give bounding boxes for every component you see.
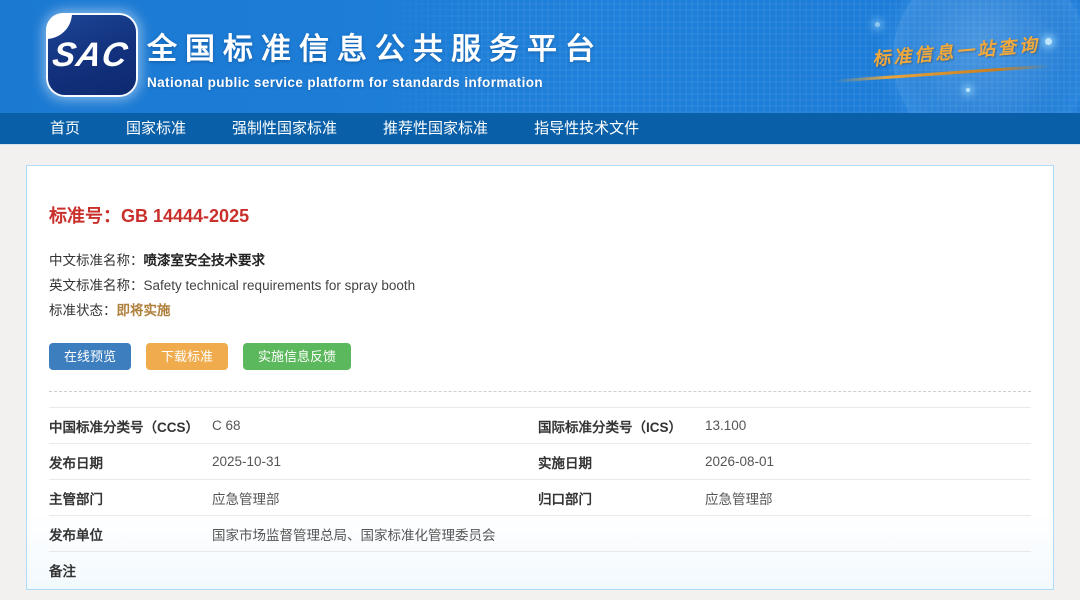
centralized-dept-label: 归口部门: [538, 488, 705, 508]
action-buttons: 在线预览 下载标准 实施信息反馈: [49, 343, 1031, 370]
table-row: 主管部门 应急管理部 归口部门 应急管理部: [49, 480, 1031, 516]
en-name-value: Safety technical requirements for spray …: [144, 278, 416, 293]
competent-dept-value: 应急管理部: [212, 488, 538, 508]
en-name-line: 英文标准名称：Safety technical requirements for…: [49, 273, 1031, 298]
online-preview-button[interactable]: 在线预览: [49, 343, 131, 370]
implementation-feedback-button[interactable]: 实施信息反馈: [243, 343, 351, 370]
competent-dept-label: 主管部门: [49, 488, 212, 508]
cn-name-value: 喷漆室安全技术要求: [144, 253, 266, 268]
cn-name-label: 中文标准名称：: [49, 253, 144, 268]
nav-item-mandatory-standards[interactable]: 强制性国家标准: [209, 113, 360, 145]
status-label: 标准状态：: [49, 303, 117, 318]
sac-logo[interactable]: SAC: [48, 15, 136, 95]
globe-glow-dot: [875, 22, 880, 27]
status-line: 标准状态：即将实施: [49, 298, 1031, 323]
publish-date-value: 2025-10-31: [212, 454, 538, 469]
nav-item-recommended-standards[interactable]: 推荐性国家标准: [360, 113, 511, 145]
publisher-label: 发布单位: [49, 524, 212, 544]
table-row: 中国标准分类号（CCS） C 68 国际标准分类号（ICS） 13.100: [49, 408, 1031, 444]
ccs-value: C 68: [212, 418, 538, 433]
site-header: SAC 全国标准信息公共服务平台 National public service…: [0, 0, 1080, 113]
cn-name-line: 中文标准名称：喷漆室安全技术要求: [49, 248, 1031, 273]
globe-glow-dot: [1045, 38, 1052, 45]
standard-detail-table: 中国标准分类号（CCS） C 68 国际标准分类号（ICS） 13.100 发布…: [49, 407, 1031, 588]
implement-date-value: 2026-08-01: [705, 454, 1031, 469]
nav-item-guiding-documents[interactable]: 指导性技术文件: [511, 113, 662, 145]
table-row: 备注: [49, 552, 1031, 588]
standard-meta: 中文标准名称：喷漆室安全技术要求 英文标准名称：Safety technical…: [49, 248, 1031, 323]
ics-value: 13.100: [705, 418, 1031, 433]
download-standard-button[interactable]: 下载标准: [146, 343, 228, 370]
site-title-en: National public service platform for sta…: [147, 75, 603, 90]
status-badge: 即将实施: [117, 303, 171, 318]
publish-date-label: 发布日期: [49, 452, 212, 472]
centralized-dept-value: 应急管理部: [705, 488, 1031, 508]
site-title-cn: 全国标准信息公共服务平台: [147, 24, 603, 68]
globe-glow-dot: [966, 88, 970, 92]
en-name-label: 英文标准名称：: [49, 278, 144, 293]
standard-number-label: 标准号：: [49, 206, 121, 226]
standard-detail-card: 标准号：GB 14444-2025 中文标准名称：喷漆室安全技术要求 英文标准名…: [26, 165, 1054, 590]
dashed-divider: [49, 391, 1031, 392]
sac-logo-text: SAC: [49, 36, 135, 75]
ics-label: 国际标准分类号（ICS）: [538, 416, 705, 436]
page-body: 标准号：GB 14444-2025 中文标准名称：喷漆室安全技术要求 英文标准名…: [0, 145, 1080, 600]
standard-number-line: 标准号：GB 14444-2025: [49, 202, 1031, 228]
standard-number-value: GB 14444-2025: [121, 206, 249, 226]
ccs-label: 中国标准分类号（CCS）: [49, 416, 212, 436]
publisher-value: 国家市场监督管理总局、国家标准化管理委员会: [212, 524, 1031, 544]
remarks-label: 备注: [49, 560, 212, 580]
table-row: 发布日期 2025-10-31 实施日期 2026-08-01: [49, 444, 1031, 480]
implement-date-label: 实施日期: [538, 452, 705, 472]
table-row: 发布单位 国家市场监督管理总局、国家标准化管理委员会: [49, 516, 1031, 552]
main-nav: 首页 国家标准 强制性国家标准 推荐性国家标准 指导性技术文件: [0, 113, 1080, 145]
nav-item-national-standards[interactable]: 国家标准: [103, 113, 209, 145]
site-title-block: 全国标准信息公共服务平台 National public service pla…: [147, 24, 603, 90]
nav-item-home[interactable]: 首页: [27, 113, 103, 145]
